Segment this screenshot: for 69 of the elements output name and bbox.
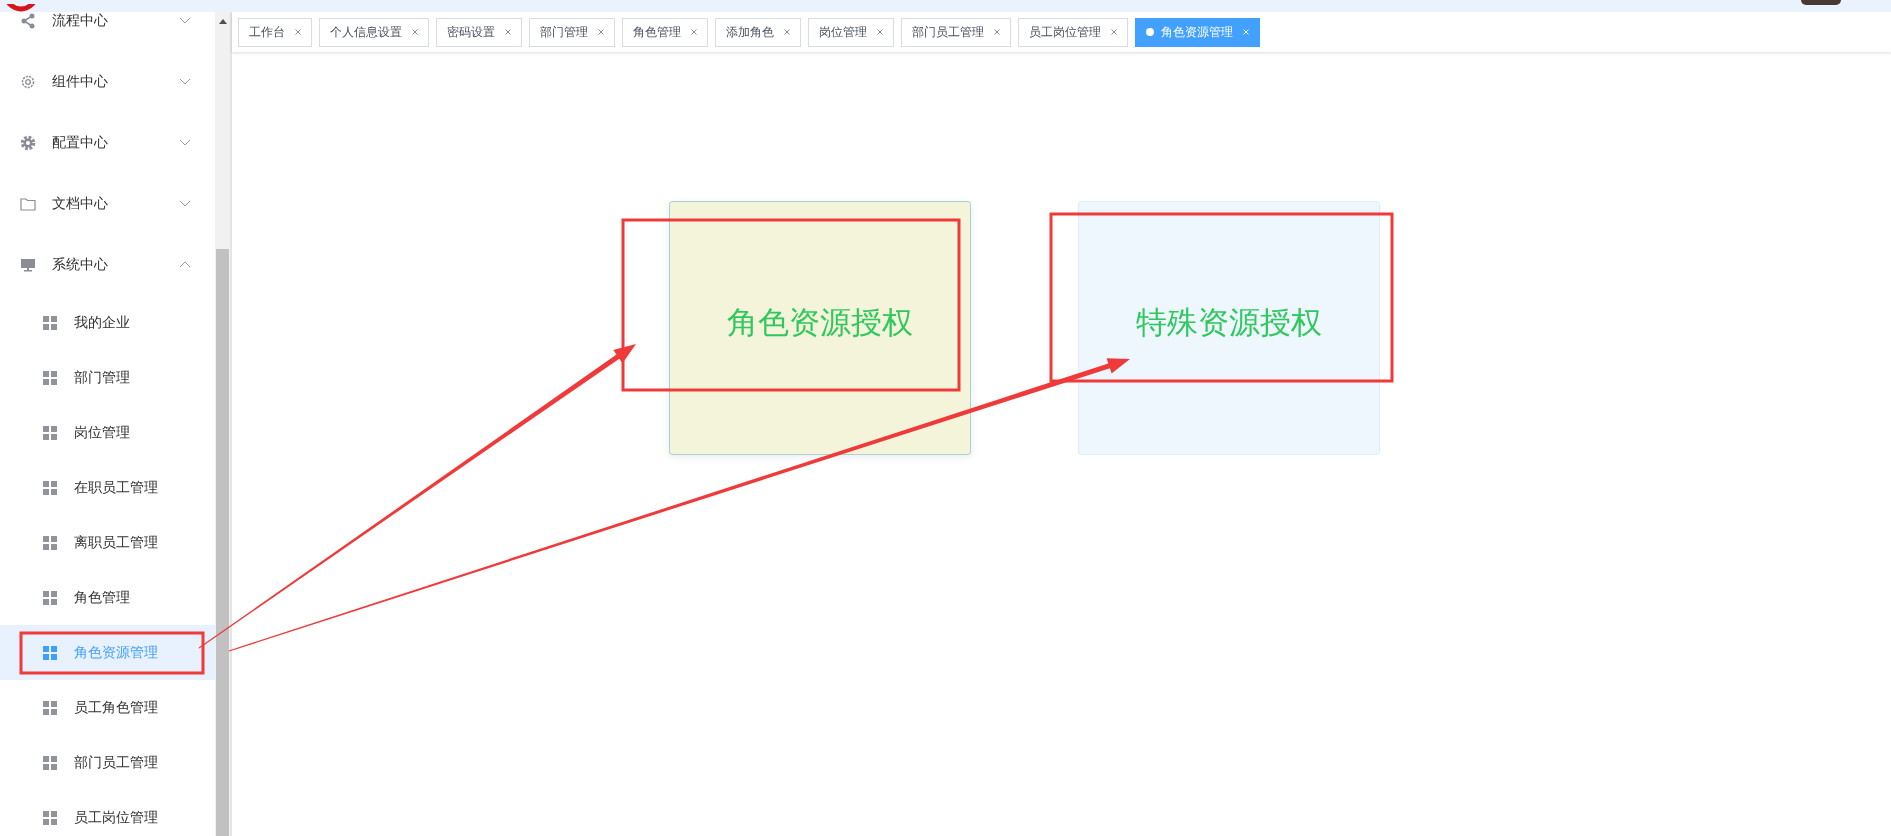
grid-icon (43, 315, 57, 330)
card-title: 特殊资源授权 (1136, 303, 1322, 342)
submenu-label: 角色资源管理 (74, 643, 158, 662)
submenu-item[interactable]: 部门管理 (0, 350, 215, 405)
submenu-label: 岗位管理 (74, 423, 130, 442)
tab[interactable]: 工作台 (238, 17, 312, 47)
menu-label: 系统中心 (52, 255, 109, 274)
grid-icon (43, 370, 57, 385)
tab[interactable]: 个人信息设置 (319, 17, 429, 47)
grid-icon (43, 590, 57, 605)
grid-icon (43, 755, 57, 770)
submenu-item[interactable]: 岗位管理 (0, 405, 215, 460)
submenu-item[interactable]: 部门员工管理 (0, 735, 215, 790)
close-icon[interactable] (1111, 29, 1117, 35)
menu-label: 文档中心 (52, 194, 109, 213)
card-title: 角色资源授权 (727, 303, 913, 342)
menu-item[interactable]: 组件中心 (0, 51, 215, 112)
close-icon[interactable] (994, 29, 1000, 35)
submenu-label: 员工角色管理 (74, 698, 158, 717)
scrollbar[interactable] (215, 12, 232, 836)
menu-label: 流程中心 (52, 12, 109, 30)
submenu-label: 在职员工管理 (74, 478, 158, 497)
menu-item[interactable]: 文档中心 (0, 173, 215, 234)
submenu-item[interactable]: 我的企业 (0, 295, 215, 350)
close-icon[interactable] (505, 29, 511, 35)
close-icon[interactable] (598, 29, 604, 35)
gear-icon (20, 73, 36, 90)
submenu-item[interactable]: 员工岗位管理 (0, 790, 215, 836)
submenu-item[interactable]: 角色管理 (0, 570, 215, 625)
close-icon[interactable] (784, 29, 790, 35)
tab[interactable]: 密码设置 (436, 17, 522, 47)
submenu-label: 离职员工管理 (74, 533, 158, 552)
grid-icon (43, 810, 57, 825)
settings-icon (20, 134, 36, 151)
close-icon[interactable] (691, 29, 697, 35)
monitor-icon (20, 256, 36, 273)
close-icon[interactable] (877, 29, 883, 35)
grid-icon (43, 425, 57, 440)
share-icon (20, 12, 36, 29)
tab[interactable]: 角色管理 (622, 17, 708, 47)
submenu-item[interactable]: 员工角色管理 (0, 680, 215, 735)
menu-item[interactable]: 流程中心 (0, 12, 215, 51)
grid-icon (43, 700, 57, 715)
submenu-label: 员工岗位管理 (74, 808, 158, 827)
submenu-label: 部门员工管理 (74, 753, 158, 772)
grid-icon (43, 535, 57, 550)
submenu-item[interactable]: 在职员工管理 (0, 460, 215, 515)
close-icon[interactable] (412, 29, 418, 35)
menu-label: 配置中心 (52, 133, 109, 152)
submenu-label: 部门管理 (74, 368, 130, 387)
submenu-label: 角色管理 (74, 588, 130, 607)
menu-item[interactable]: 配置中心 (0, 112, 215, 173)
menu-label: 组件中心 (52, 72, 109, 91)
tab[interactable]: 添加角色 (715, 17, 801, 47)
grid-icon (43, 480, 57, 495)
tab[interactable]: 员工岗位管理 (1018, 17, 1128, 47)
submenu-item[interactable]: 离职员工管理 (0, 515, 215, 570)
tab[interactable]: 部门管理 (529, 17, 615, 47)
close-icon[interactable] (295, 29, 301, 35)
scrollbar-thumb[interactable] (216, 249, 229, 836)
avatar[interactable] (1801, 0, 1841, 5)
active-dot-icon (1146, 28, 1154, 36)
scroll-up-icon[interactable] (218, 19, 227, 24)
menu-item[interactable]: 系统中心 (0, 234, 215, 295)
tab[interactable]: 岗位管理 (808, 17, 894, 47)
tab[interactable]: 部门员工管理 (901, 17, 1011, 47)
folder-icon (20, 195, 36, 212)
grid-icon (43, 645, 57, 660)
submenu-label: 我的企业 (74, 313, 130, 332)
